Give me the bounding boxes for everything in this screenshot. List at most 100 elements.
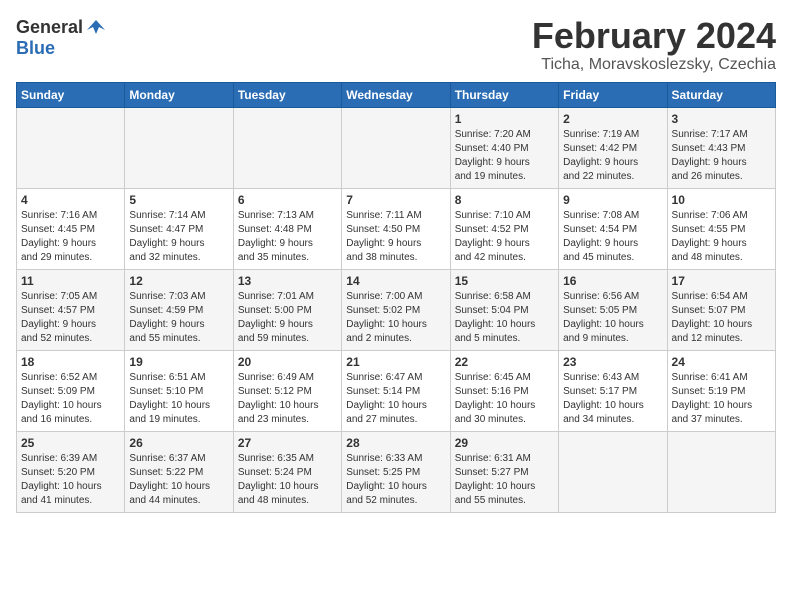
- day-number: 29: [455, 436, 554, 450]
- day-content: Sunrise: 6:41 AM Sunset: 5:19 PM Dayligh…: [672, 371, 771, 427]
- day-content: Sunrise: 7:20 AM Sunset: 4:40 PM Dayligh…: [455, 128, 554, 184]
- logo: General Blue: [16, 16, 107, 59]
- calendar-cell: 3Sunrise: 7:17 AM Sunset: 4:43 PM Daylig…: [667, 107, 775, 188]
- day-content: Sunrise: 7:10 AM Sunset: 4:52 PM Dayligh…: [455, 209, 554, 265]
- calendar-cell: 20 Sunrise: 6:49 AM Sunset: 5:12 PM Dayli…: [233, 350, 341, 431]
- calendar-cell: 1 Sunrise: 7:20 AM Sunset: 4:40 PM Daylig…: [450, 107, 558, 188]
- calendar-cell: 24 Sunrise: 6:41 AM Sunset: 5:19 PM Dayli…: [667, 350, 775, 431]
- day-number: 21: [346, 355, 445, 369]
- calendar-cell: 10 Sunrise: 7:06 AM Sunset: 4:55 PM Dayli…: [667, 188, 775, 269]
- calendar-cell: 19 Sunrise: 6:51 AM Sunset: 5:10 PM Dayli…: [125, 350, 233, 431]
- logo-general-text: General: [16, 17, 83, 38]
- day-number: 16: [563, 274, 662, 288]
- day-header-saturday: Saturday: [667, 82, 775, 107]
- header-row: SundayMondayTuesdayWednesdayThursdayFrid…: [17, 82, 776, 107]
- calendar-cell: 11 Sunrise: 7:05 AM Sunset: 4:57 PM Dayli…: [17, 269, 125, 350]
- calendar-week-1: 1 Sunrise: 7:20 AM Sunset: 4:40 PM Daylig…: [17, 107, 776, 188]
- day-number: 19: [129, 355, 228, 369]
- calendar-cell: 26Sunrise: 6:37 AM Sunset: 5:22 PM Dayli…: [125, 431, 233, 512]
- day-number: 26: [129, 436, 228, 450]
- day-number: 7: [346, 193, 445, 207]
- calendar-cell: 25 Sunrise: 6:39 AM Sunset: 5:20 PM Dayli…: [17, 431, 125, 512]
- day-number: 23: [563, 355, 662, 369]
- logo-blue-text: Blue: [16, 38, 55, 59]
- calendar-week-2: 4 Sunrise: 7:16 AM Sunset: 4:45 PM Daylig…: [17, 188, 776, 269]
- day-content: Sunrise: 6:56 AM Sunset: 5:05 PM Dayligh…: [563, 290, 662, 346]
- calendar-cell: 9Sunrise: 7:08 AM Sunset: 4:54 PM Daylig…: [559, 188, 667, 269]
- day-number: 20: [238, 355, 337, 369]
- day-content: Sunrise: 6:35 AM Sunset: 5:24 PM Dayligh…: [238, 452, 337, 508]
- day-number: 11: [21, 274, 120, 288]
- calendar-cell: [125, 107, 233, 188]
- calendar-body: 1 Sunrise: 7:20 AM Sunset: 4:40 PM Daylig…: [17, 107, 776, 512]
- day-number: 22: [455, 355, 554, 369]
- day-number: 9: [563, 193, 662, 207]
- day-content: Sunrise: 7:06 AM Sunset: 4:55 PM Dayligh…: [672, 209, 771, 265]
- title-area: February 2024 Ticha, Moravskoslezsky, Cz…: [532, 16, 776, 74]
- calendar-cell: 17 Sunrise: 6:54 AM Sunset: 5:07 PM Dayli…: [667, 269, 775, 350]
- calendar-cell: [233, 107, 341, 188]
- day-content: Sunrise: 7:05 AM Sunset: 4:57 PM Dayligh…: [21, 290, 120, 346]
- day-number: 1: [455, 112, 554, 126]
- day-number: 25: [21, 436, 120, 450]
- location-title: Ticha, Moravskoslezsky, Czechia: [532, 56, 776, 74]
- calendar-cell: 5Sunrise: 7:14 AM Sunset: 4:47 PM Daylig…: [125, 188, 233, 269]
- calendar-week-4: 18Sunrise: 6:52 AM Sunset: 5:09 PM Dayli…: [17, 350, 776, 431]
- month-title: February 2024: [532, 16, 776, 56]
- calendar-cell: [17, 107, 125, 188]
- calendar-cell: 12 Sunrise: 7:03 AM Sunset: 4:59 PM Dayli…: [125, 269, 233, 350]
- day-content: Sunrise: 6:52 AM Sunset: 5:09 PM Dayligh…: [21, 371, 120, 427]
- day-number: 28: [346, 436, 445, 450]
- day-number: 2: [563, 112, 662, 126]
- day-header-monday: Monday: [125, 82, 233, 107]
- day-content: Sunrise: 6:31 AM Sunset: 5:27 PM Dayligh…: [455, 452, 554, 508]
- calendar-cell: [667, 431, 775, 512]
- calendar-cell: 7 Sunrise: 7:11 AM Sunset: 4:50 PM Daylig…: [342, 188, 450, 269]
- calendar-cell: 16 Sunrise: 6:56 AM Sunset: 5:05 PM Dayli…: [559, 269, 667, 350]
- day-number: 17: [672, 274, 771, 288]
- logo-bird-icon: [85, 16, 107, 38]
- calendar-week-3: 11 Sunrise: 7:05 AM Sunset: 4:57 PM Dayli…: [17, 269, 776, 350]
- day-header-wednesday: Wednesday: [342, 82, 450, 107]
- day-number: 8: [455, 193, 554, 207]
- day-content: Sunrise: 6:43 AM Sunset: 5:17 PM Dayligh…: [563, 371, 662, 427]
- calendar-cell: [342, 107, 450, 188]
- calendar-cell: 22Sunrise: 6:45 AM Sunset: 5:16 PM Dayli…: [450, 350, 558, 431]
- day-number: 5: [129, 193, 228, 207]
- day-content: Sunrise: 7:13 AM Sunset: 4:48 PM Dayligh…: [238, 209, 337, 265]
- calendar-cell: 15 Sunrise: 6:58 AM Sunset: 5:04 PM Dayli…: [450, 269, 558, 350]
- header: General Blue February 2024 Ticha, Moravs…: [16, 16, 776, 74]
- calendar-cell: 21 Sunrise: 6:47 AM Sunset: 5:14 PM Dayli…: [342, 350, 450, 431]
- day-content: Sunrise: 6:39 AM Sunset: 5:20 PM Dayligh…: [21, 452, 120, 508]
- day-content: Sunrise: 7:16 AM Sunset: 4:45 PM Dayligh…: [21, 209, 120, 265]
- day-number: 10: [672, 193, 771, 207]
- day-content: Sunrise: 6:49 AM Sunset: 5:12 PM Dayligh…: [238, 371, 337, 427]
- calendar-cell: 27 Sunrise: 6:35 AM Sunset: 5:24 PM Dayli…: [233, 431, 341, 512]
- day-number: 6: [238, 193, 337, 207]
- day-number: 12: [129, 274, 228, 288]
- day-content: Sunrise: 6:54 AM Sunset: 5:07 PM Dayligh…: [672, 290, 771, 346]
- day-header-thursday: Thursday: [450, 82, 558, 107]
- day-number: 27: [238, 436, 337, 450]
- day-content: Sunrise: 6:51 AM Sunset: 5:10 PM Dayligh…: [129, 371, 228, 427]
- day-content: Sunrise: 7:11 AM Sunset: 4:50 PM Dayligh…: [346, 209, 445, 265]
- calendar-cell: 28Sunrise: 6:33 AM Sunset: 5:25 PM Dayli…: [342, 431, 450, 512]
- day-number: 15: [455, 274, 554, 288]
- day-content: Sunrise: 7:03 AM Sunset: 4:59 PM Dayligh…: [129, 290, 228, 346]
- day-content: Sunrise: 6:58 AM Sunset: 5:04 PM Dayligh…: [455, 290, 554, 346]
- day-header-tuesday: Tuesday: [233, 82, 341, 107]
- day-header-friday: Friday: [559, 82, 667, 107]
- calendar-cell: 23 Sunrise: 6:43 AM Sunset: 5:17 PM Dayli…: [559, 350, 667, 431]
- calendar-cell: 6 Sunrise: 7:13 AM Sunset: 4:48 PM Daylig…: [233, 188, 341, 269]
- day-number: 4: [21, 193, 120, 207]
- calendar-week-5: 25 Sunrise: 6:39 AM Sunset: 5:20 PM Dayli…: [17, 431, 776, 512]
- day-number: 13: [238, 274, 337, 288]
- day-content: Sunrise: 6:47 AM Sunset: 5:14 PM Dayligh…: [346, 371, 445, 427]
- calendar-cell: 4 Sunrise: 7:16 AM Sunset: 4:45 PM Daylig…: [17, 188, 125, 269]
- day-content: Sunrise: 7:00 AM Sunset: 5:02 PM Dayligh…: [346, 290, 445, 346]
- day-number: 3: [672, 112, 771, 126]
- day-header-sunday: Sunday: [17, 82, 125, 107]
- day-number: 24: [672, 355, 771, 369]
- calendar-cell: 29 Sunrise: 6:31 AM Sunset: 5:27 PM Dayli…: [450, 431, 558, 512]
- calendar-cell: 13Sunrise: 7:01 AM Sunset: 5:00 PM Dayli…: [233, 269, 341, 350]
